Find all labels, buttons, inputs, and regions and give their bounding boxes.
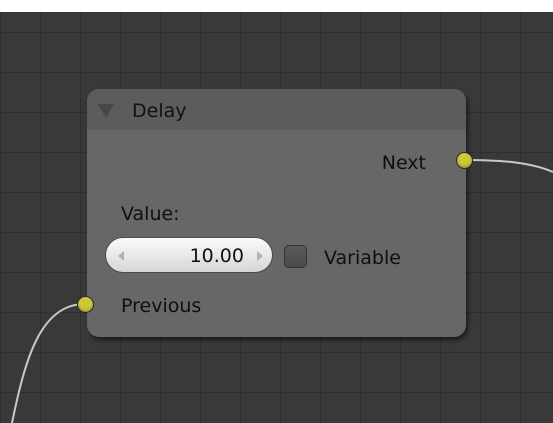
- value-label: Value:: [121, 203, 180, 225]
- collapse-triangle-icon[interactable]: [98, 104, 114, 118]
- node-header[interactable]: Delay: [87, 89, 466, 130]
- node-title: Delay: [132, 100, 187, 122]
- delay-node[interactable]: Delay Next Value: Previous: [87, 89, 466, 337]
- increment-arrow-icon[interactable]: [257, 251, 263, 261]
- variable-checkbox[interactable]: [284, 245, 307, 268]
- decrement-arrow-icon[interactable]: [118, 251, 124, 261]
- value-number: 10.00: [189, 245, 244, 267]
- output-next-label: Next: [381, 152, 426, 174]
- output-socket-next[interactable]: [456, 152, 473, 169]
- input-previous-label: Previous: [121, 295, 202, 317]
- input-socket-previous[interactable]: [77, 296, 94, 313]
- value-number-field[interactable]: 10.00: [105, 237, 273, 273]
- variable-checkbox-label[interactable]: Variable: [324, 247, 401, 269]
